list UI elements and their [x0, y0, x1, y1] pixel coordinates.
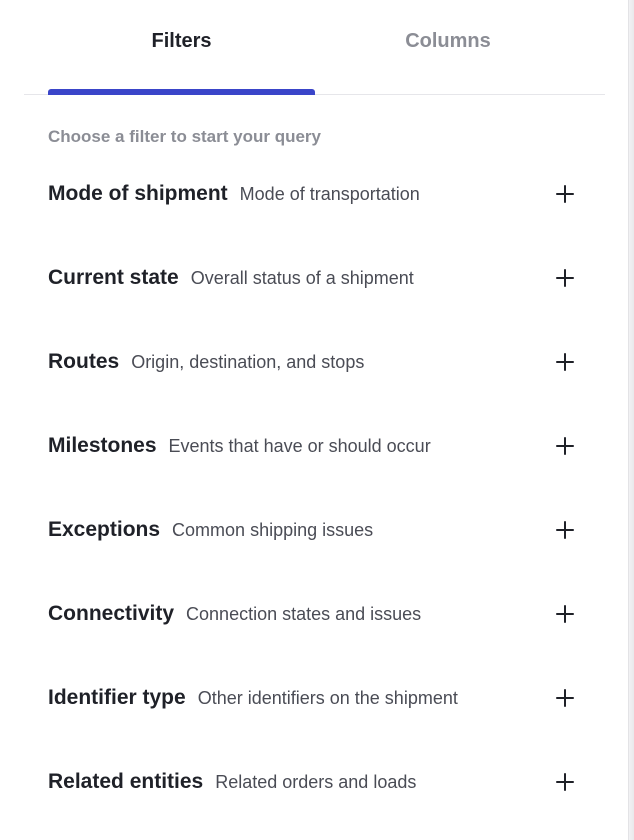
plus-icon[interactable] — [556, 353, 574, 371]
filter-hint: Choose a filter to start your query — [48, 127, 321, 146]
tab-filters-label: Filters — [151, 30, 212, 52]
plus-icon[interactable] — [556, 185, 574, 203]
filter-description: Origin, destination, and stops — [131, 352, 365, 372]
plus-icon[interactable] — [556, 689, 574, 707]
filter-row-identifier-type[interactable]: Identifier type Other identifiers on the… — [48, 672, 588, 756]
filter-text: Routes Origin, destination, and stops — [48, 336, 364, 374]
filter-text: Milestones Events that have or should oc… — [48, 420, 431, 458]
filter-row-related-entities[interactable]: Related entities Related orders and load… — [48, 756, 588, 840]
filter-row-connectivity[interactable]: Connectivity Connection states and issue… — [48, 588, 588, 672]
filter-description: Events that have or should occur — [168, 436, 431, 456]
filter-description: Connection states and issues — [186, 604, 422, 624]
plus-icon[interactable] — [556, 521, 574, 539]
filter-name: Related entities — [48, 770, 204, 793]
filter-text: Related entities Related orders and load… — [48, 756, 416, 794]
filter-name: Milestones — [48, 434, 157, 457]
filter-row-routes[interactable]: Routes Origin, destination, and stops — [48, 336, 588, 420]
filter-description: Mode of transportation — [239, 184, 420, 204]
filter-description: Overall status of a shipment — [190, 268, 414, 288]
filter-name: Exceptions — [48, 518, 161, 541]
plus-icon[interactable] — [556, 773, 574, 791]
tab-columns-label: Columns — [405, 30, 491, 52]
filter-text: Exceptions Common shipping issues — [48, 504, 373, 542]
filter-name: Routes — [48, 350, 120, 373]
tab-columns[interactable]: Columns — [315, 0, 581, 95]
filter-name: Identifier type — [48, 686, 186, 709]
filter-text: Identifier type Other identifiers on the… — [48, 672, 458, 710]
filter-text: Current state Overall status of a shipme… — [48, 252, 414, 290]
tab-bar: Filters Columns — [24, 0, 605, 95]
plus-icon[interactable] — [556, 605, 574, 623]
filter-row-exceptions[interactable]: Exceptions Common shipping issues — [48, 504, 588, 588]
plus-icon[interactable] — [556, 437, 574, 455]
filter-text: Connectivity Connection states and issue… — [48, 588, 421, 626]
filter-row-mode-of-shipment[interactable]: Mode of shipment Mode of transportation — [48, 168, 588, 252]
filter-text: Mode of shipment Mode of transportation — [48, 168, 420, 206]
plus-icon[interactable] — [556, 269, 574, 287]
filter-row-milestones[interactable]: Milestones Events that have or should oc… — [48, 420, 588, 504]
filter-panel: Filters Columns Choose a filter to start… — [0, 0, 628, 840]
filter-row-current-state[interactable]: Current state Overall status of a shipme… — [48, 252, 588, 336]
tab-filters[interactable]: Filters — [48, 0, 315, 95]
filter-name: Current state — [48, 266, 179, 289]
filter-name: Connectivity — [48, 602, 175, 625]
filter-description: Other identifiers on the shipment — [197, 688, 458, 708]
filter-description: Related orders and loads — [215, 772, 417, 792]
active-tab-indicator — [48, 89, 315, 95]
filter-list: Mode of shipment Mode of transportation … — [48, 168, 588, 840]
filter-name: Mode of shipment — [48, 182, 228, 205]
filter-description: Common shipping issues — [172, 520, 374, 540]
panel-edge — [628, 0, 634, 840]
